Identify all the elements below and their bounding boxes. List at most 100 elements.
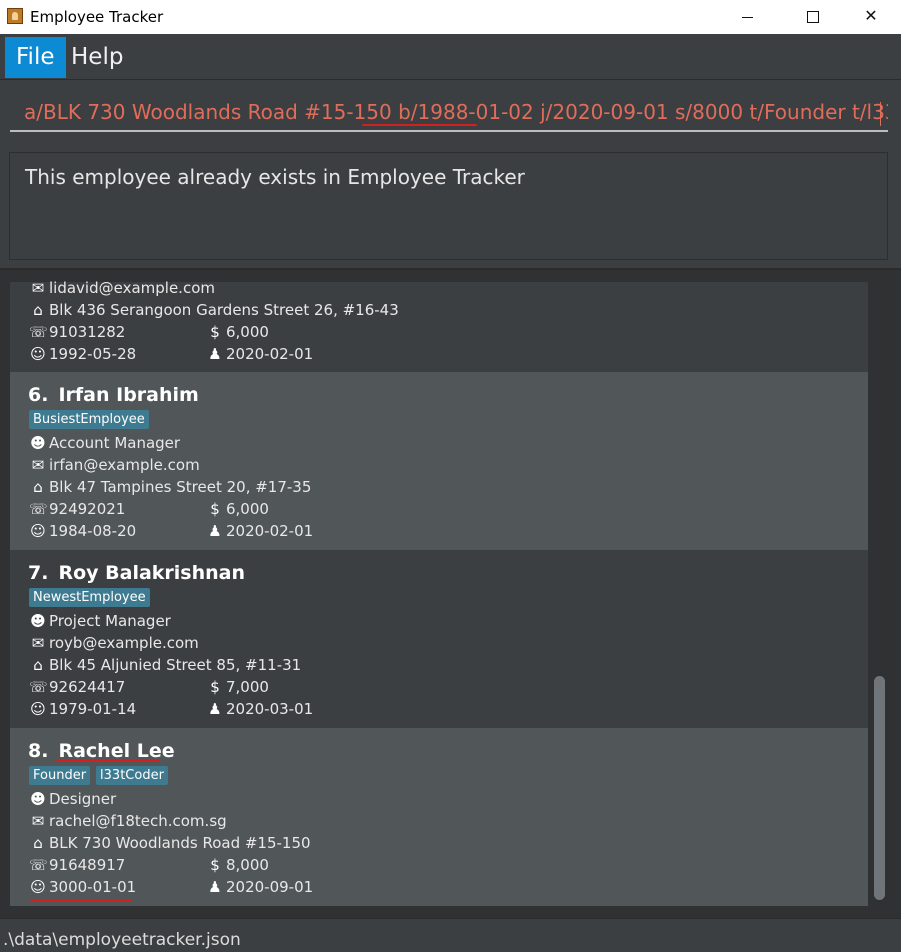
menu-bar: File Help (0, 34, 901, 80)
email-icon: ✉ (31, 279, 45, 297)
job-text: Designer (49, 790, 117, 808)
dollar-icon: $ (210, 323, 220, 341)
phone-icon: ☏ (29, 323, 48, 341)
join-date-text: 2020-02-01 (226, 522, 314, 540)
email-row: ✉ irfan@example.com (29, 456, 200, 474)
job-text: Account Manager (49, 434, 181, 452)
phone-row: ☏92492021 (29, 500, 125, 518)
baby-icon: ☺ (30, 878, 46, 896)
home-icon: ⌂ (33, 656, 43, 674)
maximize-icon (807, 10, 819, 23)
scrollbar-thumb[interactable] (874, 676, 885, 900)
email-text: rachel@f18tech.com.sg (49, 812, 227, 830)
phone-text: 92492021 (49, 500, 126, 518)
job-row: ☻ Account Manager (29, 434, 180, 452)
dollar-icon: $ (210, 678, 220, 696)
employee-card[interactable]: 8. Rachel Lee Founder l33tCoder ☻ Designer … (10, 728, 868, 906)
annotation-underline-command (362, 124, 477, 126)
person-icon: ♟ (208, 345, 222, 363)
baby-icon: ☺ (30, 700, 46, 718)
employee-name: Rachel Lee (58, 740, 175, 762)
phone-text: 91031282 (49, 323, 126, 341)
dollar-icon: $ (210, 856, 220, 874)
tag-badge: Founder (29, 766, 91, 785)
join-date-text: 2020-02-01 (226, 345, 314, 363)
email-text: lidavid@example.com (49, 279, 215, 297)
phone-text: 91648917 (49, 856, 126, 874)
address-text: Blk 47 Tampines Street 20, #17-35 (49, 478, 312, 496)
phone-row: ☏91031282 (29, 323, 125, 341)
email-text: royb@example.com (49, 634, 199, 652)
baby-icon: ☺ (30, 522, 46, 540)
maximize-button[interactable] (790, 0, 836, 34)
salary-text: 6,000 (226, 323, 269, 341)
salary-text: 8,000 (226, 856, 269, 874)
employee-index: 6. (28, 384, 49, 406)
minimize-icon (741, 17, 753, 18)
home-icon: ⌂ (33, 478, 43, 496)
email-icon: ✉ (31, 456, 45, 474)
birthday-text: 1979-01-14 (49, 700, 137, 718)
job-row: ☻ Designer (29, 790, 116, 808)
tag-list: NewestEmployee (29, 588, 156, 607)
address-row: ⌂ Blk 47 Tampines Street 20, #17-35 (29, 478, 311, 496)
phone-icon: ☏ (29, 856, 48, 874)
tag-badge: BusiestEmployee (29, 410, 149, 429)
email-row: ✉ lidavid@example.com (29, 279, 215, 297)
phone-icon: ☏ (29, 500, 48, 518)
employee-name-line: 6. Irfan Ibrahim (28, 384, 199, 406)
menu-file[interactable]: File (5, 37, 66, 78)
annotation-underline-birthday (30, 900, 132, 902)
birthday-text: 1992-05-28 (49, 345, 137, 363)
menu-help[interactable]: Help (60, 37, 134, 78)
save-location: .\data\employeetracker.json (3, 930, 241, 950)
title-bar: Employee Tracker ✕ (0, 0, 901, 34)
window-title: Employee Tracker (30, 8, 164, 26)
employee-name-line: 8. Rachel Lee (28, 740, 175, 762)
salary-row: $8,000 (206, 856, 269, 874)
employee-card[interactable]: 6. Irfan Ibrahim BusiestEmployee ☻ Account… (10, 372, 868, 550)
employee-card[interactable]: 7. Roy Balakrishnan NewestEmployee ☻ Proje… (10, 550, 868, 728)
employee-index: 8. (28, 740, 49, 762)
tag-list: BusiestEmployee (29, 410, 155, 429)
baby-icon: ☺ (30, 345, 46, 363)
job-text: Project Manager (49, 612, 171, 630)
email-row: ✉ rachel@f18tech.com.sg (29, 812, 227, 830)
address-row: ⌂ Blk 45 Aljunied Street 85, #11-31 (29, 656, 301, 674)
join-date-text: 2020-03-01 (226, 700, 314, 718)
command-input[interactable]: a/BLK 730 Woodlands Road #15-150 b/1988-… (10, 92, 888, 132)
salary-text: 7,000 (226, 678, 269, 696)
employee-name-line: 7. Roy Balakrishnan (28, 562, 245, 584)
address-text: Blk 436 Serangoon Gardens Street 26, #16… (49, 301, 399, 319)
job-row: ☻ Project Manager (29, 612, 171, 630)
salary-row: $6,000 (206, 500, 269, 518)
join-date-row: ♟ 2020-02-01 (206, 522, 313, 540)
birthday-row: ☺ 1992-05-28 (29, 345, 136, 363)
worker-icon: ☻ (30, 434, 46, 452)
email-icon: ✉ (31, 634, 45, 652)
dollar-icon: $ (210, 500, 220, 518)
join-date-row: ♟ 2020-09-01 (206, 878, 313, 896)
salary-text: 6,000 (226, 500, 269, 518)
worker-icon: ☻ (30, 612, 46, 630)
person-icon: ♟ (208, 878, 222, 896)
result-display: This employee already exists in Employee… (9, 152, 888, 260)
address-row: ⌂ Blk 436 Serangoon Gardens Street 26, #1… (29, 301, 399, 319)
command-box: a/BLK 730 Woodlands Road #15-150 b/1988-… (0, 80, 901, 144)
employee-name: Irfan Ibrahim (58, 384, 199, 406)
email-icon: ✉ (31, 812, 45, 830)
phone-row: ☏91648917 (29, 856, 125, 874)
address-text: BLK 730 Woodlands Road #15-150 (49, 834, 311, 852)
annotation-underline-name (56, 760, 160, 762)
email-row: ✉ royb@example.com (29, 634, 199, 652)
employee-card[interactable]: ✉ lidavid@example.com ⌂ Blk 436 Serangoon … (10, 279, 868, 372)
person-icon: ♟ (208, 700, 222, 718)
app-icon (7, 8, 23, 24)
join-date-row: ♟ 2020-03-01 (206, 700, 313, 718)
worker-icon: ☻ (30, 790, 46, 808)
minimize-button[interactable] (724, 0, 770, 34)
join-date-row: ♟ 2020-02-01 (206, 345, 313, 363)
home-icon: ⌂ (33, 834, 43, 852)
salary-row: $7,000 (206, 678, 269, 696)
close-button[interactable]: ✕ (848, 0, 894, 34)
